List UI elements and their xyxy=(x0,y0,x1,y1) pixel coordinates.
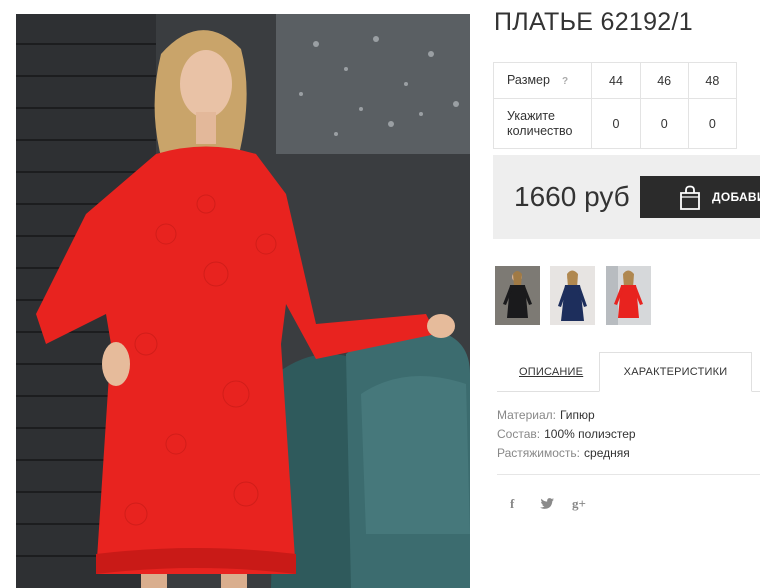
black-dress-thumbnail[interactable] xyxy=(495,266,540,325)
add-to-cart-label: ДОБАВИ xyxy=(712,190,760,204)
tab-description[interactable]: ОПИСАНИЕ xyxy=(519,366,583,378)
red-dress-thumbnail[interactable] xyxy=(606,266,651,325)
quantity-input-46[interactable]: 0 xyxy=(639,98,689,149)
quantity-label-line2: количество xyxy=(507,123,573,138)
shopping-bag-icon xyxy=(678,185,702,214)
size-label-cell: Размер? xyxy=(492,62,593,99)
quantity-input-44[interactable]: 0 xyxy=(591,98,641,149)
quantity-label-line1: Укажите xyxy=(507,108,555,123)
add-to-cart-button[interactable]: ДОБАВИ xyxy=(640,176,760,218)
quantity-label-cell: Укажите количество xyxy=(492,98,593,149)
facebook-icon[interactable]: f xyxy=(510,496,514,512)
characteristics-list: Материал: Гипюр Состав: 100% полиэстер Рас… xyxy=(497,406,636,463)
google-plus-icon[interactable]: g+ xyxy=(572,496,586,512)
product-tabs: ОПИСАНИЕ ХАРАКТЕРИСТИКИ xyxy=(497,352,760,392)
characteristic-row: Состав: 100% полиэстер xyxy=(497,425,636,444)
size-48: 48 xyxy=(687,62,738,99)
characteristic-key: Растяжимость: xyxy=(497,446,581,460)
size-46: 46 xyxy=(639,62,689,99)
tab-characteristics[interactable]: ХАРАКТЕРИСТИКИ xyxy=(599,352,752,392)
characteristic-key: Состав: xyxy=(497,427,541,441)
help-icon[interactable]: ? xyxy=(562,74,568,89)
characteristic-value: средняя xyxy=(584,446,630,460)
size-label: Размер xyxy=(507,72,550,87)
product-main-photo xyxy=(16,14,470,588)
characteristic-value: 100% полиэстер xyxy=(544,427,636,441)
product-title: ПЛАТЬЕ 62192/1 xyxy=(494,8,693,36)
characteristic-value: Гипюр xyxy=(559,408,595,422)
characteristic-row: Растяжимость: средняя xyxy=(497,444,636,463)
price-box: 1660 руб ДОБАВИ xyxy=(493,155,760,239)
size-quantity-table: Размер? 44 46 48 Укажите количество 0 0 … xyxy=(492,62,738,149)
divider xyxy=(497,474,760,475)
price: 1660 руб xyxy=(514,181,630,212)
characteristic-row: Материал: Гипюр xyxy=(497,406,636,425)
characteristic-key: Материал: xyxy=(497,408,556,422)
quantity-input-48[interactable]: 0 xyxy=(687,98,738,149)
size-44: 44 xyxy=(591,62,641,99)
twitter-icon[interactable] xyxy=(540,498,554,513)
navy-dress-thumbnail[interactable] xyxy=(550,266,595,325)
